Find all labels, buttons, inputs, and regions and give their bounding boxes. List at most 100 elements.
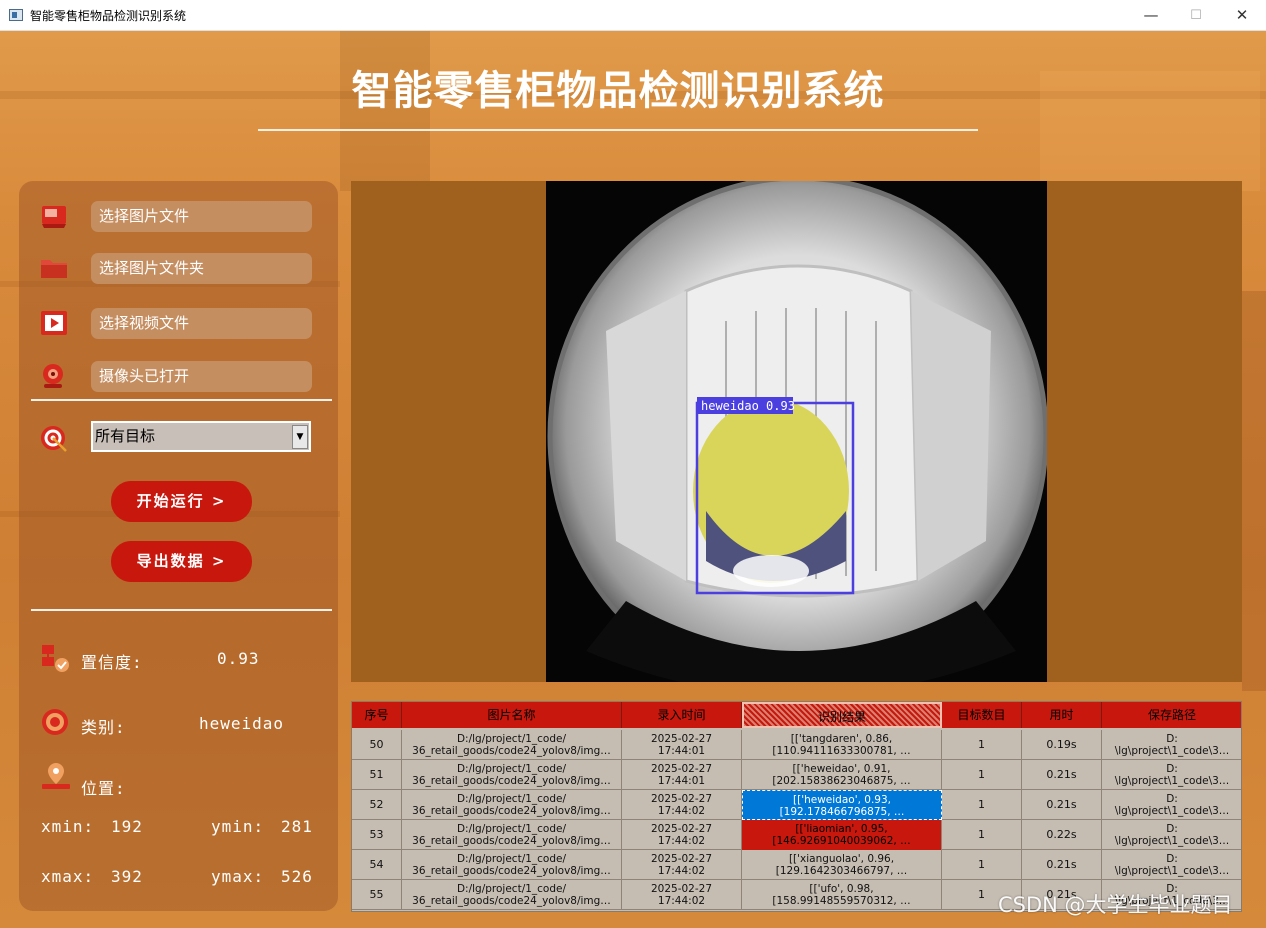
cell-result: [['heweidao', 0.91, [202.15838623046875,… [742,760,942,790]
table-row[interactable]: 51 D:/lg/project/1_code/ 36_retail_goods… [352,760,1241,790]
divider [31,399,332,401]
menu-item-image-folder[interactable]: 选择图片文件夹 [19,253,338,285]
detection-label: heweidao 0.93 [701,399,795,413]
col-header-id[interactable]: 序号 [352,702,402,728]
cell-time: 2025-02-27 17:44:02 [622,790,742,820]
cell-result-highlighted: [['liaomian', 0.95, [146.92691040039062,… [742,820,942,850]
results-table[interactable]: 序号 图片名称 录入时间 识别结果 目标数目 用时 保存路径 50 D:/lg/… [351,701,1242,912]
col-header-result[interactable]: 识别结果 [742,702,942,728]
cell-time: 2025-02-27 17:44:02 [622,880,742,910]
window-title: 智能零售柜物品检测识别系统 [30,9,187,23]
col-header-name[interactable]: 图片名称 [402,702,622,728]
class-icon [40,707,70,737]
confidence-value: 0.93 [217,649,260,668]
cell-path: D: \lg\project\1_code\3… [1102,790,1241,820]
camera-button[interactable]: 摄像头已打开 [91,361,312,392]
class-label: 类别: [81,718,126,737]
fisheye-image: heweidao 0.93 [546,181,1047,682]
cell-cost: 0.21s [1022,850,1102,880]
cell-count: 1 [942,850,1022,880]
cell-result-selected: [['heweidao', 0.93, [192.178466796875, … [742,790,942,820]
cell-name: D:/lg/project/1_code/ 36_retail_goods/co… [402,880,622,910]
cell-cost: 0.21s [1022,760,1102,790]
export-button[interactable]: 导出数据 > [111,541,252,582]
camera-frame: heweidao 0.93 [546,181,1047,682]
confidence-label: 置信度: [81,653,143,672]
watermark: CSDN @大学生毕业题目 [998,893,1233,917]
cell-id: 51 [352,760,402,790]
class-value: heweidao [199,714,285,733]
cell-id: 54 [352,850,402,880]
divider [31,609,332,611]
minimize-button[interactable]: — [1128,0,1174,31]
table-header: 序号 图片名称 录入时间 识别结果 目标数目 用时 保存路径 [352,702,1241,728]
image-file-icon [39,203,69,229]
ymax-label: ymax: [211,867,265,886]
target-filter-select[interactable]: 所有目标 ▼ [91,421,311,452]
col-header-cost[interactable]: 用时 [1022,702,1102,728]
ymax-value: 526 [281,867,313,886]
cell-name: D:/lg/project/1_code/ 36_retail_goods/co… [402,790,622,820]
control-panel: 选择图片文件 选择图片文件夹 选择视频文件 摄像头已打开 所有目标 ▼ 开始运行… [19,181,338,911]
menu-item-video-file[interactable]: 选择视频文件 [19,308,338,340]
cell-id: 50 [352,730,402,760]
cell-time: 2025-02-27 17:44:02 [622,820,742,850]
table-row[interactable]: 50 D:/lg/project/1_code/ 36_retail_goods… [352,730,1241,760]
cell-id: 55 [352,880,402,910]
cell-path: D: \lg\project\1_code\3… [1102,820,1241,850]
start-button[interactable]: 开始运行 > [111,481,252,522]
table-row[interactable]: 52 D:/lg/project/1_code/ 36_retail_goods… [352,790,1241,820]
col-header-count[interactable]: 目标数目 [942,702,1022,728]
cell-time: 2025-02-27 17:44:01 [622,760,742,790]
position-label: 位置: [81,779,126,798]
chevron-down-icon[interactable]: ▼ [292,425,308,449]
cell-id: 53 [352,820,402,850]
window-titlebar: 智能零售柜物品检测识别系统 — ☐ ✕ [0,0,1266,31]
close-button[interactable]: ✕ [1219,0,1265,31]
ymin-label: ymin: [211,817,265,836]
table-row[interactable]: 53 D:/lg/project/1_code/ 36_retail_goods… [352,820,1241,850]
select-folder-button[interactable]: 选择图片文件夹 [91,253,312,284]
folder-icon [39,255,69,281]
video-file-icon [39,310,69,336]
xmax-label: xmax: [41,867,95,886]
col-header-time[interactable]: 录入时间 [622,702,742,728]
maximize-button[interactable]: ☐ [1173,0,1219,31]
select-video-button[interactable]: 选择视频文件 [91,308,312,339]
cell-name: D:/lg/project/1_code/ 36_retail_goods/co… [402,760,622,790]
cell-name: D:/lg/project/1_code/ 36_retail_goods/co… [402,730,622,760]
cell-count: 1 [942,790,1022,820]
camera-icon [39,363,69,389]
page-title: 智能零售柜物品检测识别系统 [351,68,885,114]
image-display: heweidao 0.93 [351,181,1242,682]
location-pin-icon [40,761,72,791]
select-image-button[interactable]: 选择图片文件 [91,201,312,232]
confidence-icon [39,643,71,673]
cell-time: 2025-02-27 17:44:01 [622,730,742,760]
cell-result: [['xianguolao', 0.96, [129.1642303466797… [742,850,942,880]
cell-path: D: \lg\project\1_code\3… [1102,760,1241,790]
cell-time: 2025-02-27 17:44:02 [622,850,742,880]
cell-count: 1 [942,730,1022,760]
ymin-value: 281 [281,817,313,836]
target-icon [39,424,69,452]
cell-path: D: \lg\project\1_code\3… [1102,730,1241,760]
cell-result: [['ufo', 0.98, [158.99148559570312, … [742,880,942,910]
cell-count: 1 [942,820,1022,850]
menu-item-camera[interactable]: 摄像头已打开 [19,361,338,393]
cell-result: [['tangdaren', 0.86, [110.94111633300781… [742,730,942,760]
xmax-value: 392 [111,867,143,886]
cell-name: D:/lg/project/1_code/ 36_retail_goods/co… [402,820,622,850]
col-header-path[interactable]: 保存路径 [1102,702,1241,728]
app-icon [9,9,23,21]
cell-cost: 0.22s [1022,820,1102,850]
menu-item-image-file[interactable]: 选择图片文件 [19,201,338,233]
cell-id: 52 [352,790,402,820]
xmin-value: 192 [111,817,143,836]
table-row[interactable]: 54 D:/lg/project/1_code/ 36_retail_goods… [352,850,1241,880]
cell-cost: 0.19s [1022,730,1102,760]
cell-cost: 0.21s [1022,790,1102,820]
cell-count: 1 [942,760,1022,790]
target-select-value: 所有目标 [95,427,156,445]
cell-name: D:/lg/project/1_code/ 36_retail_goods/co… [402,850,622,880]
